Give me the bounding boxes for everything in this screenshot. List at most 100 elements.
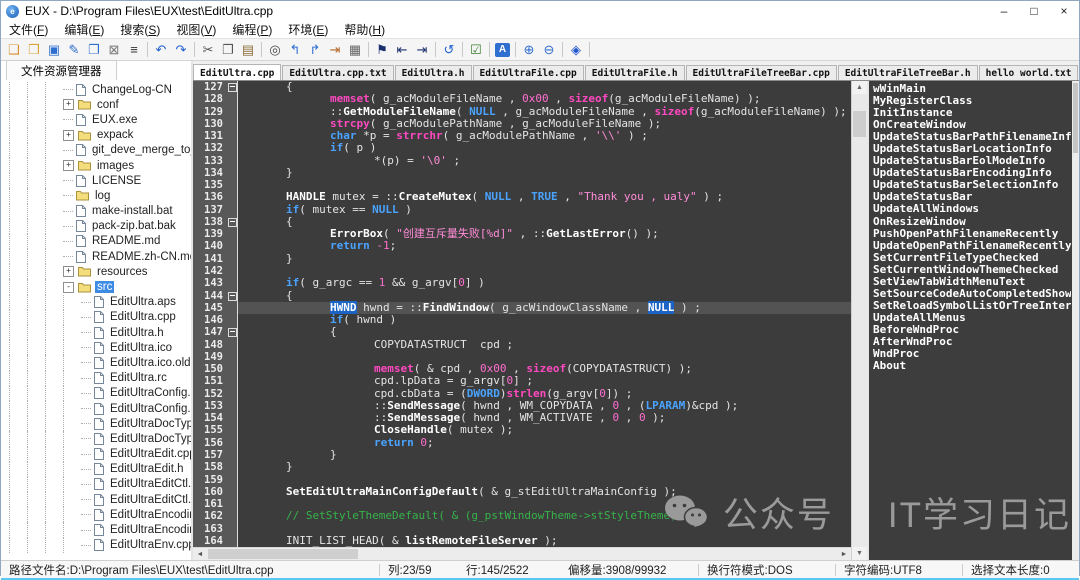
- fold-collapse-icon[interactable]: [228, 328, 237, 337]
- tree-item[interactable]: EUX.exe: [1, 112, 191, 127]
- horizontal-scroll-thumb[interactable]: [208, 549, 358, 559]
- tree-item[interactable]: EditUltraConfig.c: [1, 386, 191, 401]
- menu-item-0[interactable]: 文件(F): [1, 21, 56, 38]
- scroll-left-icon[interactable]: ◄: [193, 548, 207, 560]
- vertical-scrollbar[interactable]: ▲ ▼: [851, 81, 867, 560]
- tree-item[interactable]: git_deve_merge_to_: [1, 143, 191, 158]
- open-file-icon[interactable]: ❒: [24, 41, 44, 59]
- redo-icon[interactable]: ↷: [171, 41, 191, 59]
- menu-item-6[interactable]: 帮助(H): [336, 21, 393, 38]
- tree-item[interactable]: EditUltra.ico: [1, 340, 191, 355]
- horizontal-scrollbar[interactable]: ◄ ►: [193, 547, 851, 560]
- code-line[interactable]: 132if( p ): [193, 142, 851, 154]
- close-button[interactable]: ×: [1049, 1, 1079, 21]
- expand-icon[interactable]: +: [63, 266, 74, 277]
- fold-collapse-icon[interactable]: [228, 83, 237, 92]
- tree-item[interactable]: LICENSE: [1, 173, 191, 188]
- symbol-item[interactable]: PushOpenPathFilenameRecently: [873, 228, 1071, 240]
- tree-item[interactable]: EditUltraEncodin: [1, 507, 191, 522]
- bookmark-next-icon[interactable]: ⇥: [412, 41, 432, 59]
- find-icon[interactable]: ◎: [265, 41, 285, 59]
- code-line[interactable]: 164INIT_LIST_HEAD( & listRemoteFileServe…: [193, 535, 851, 547]
- expand-icon[interactable]: +: [63, 160, 74, 171]
- tree-item[interactable]: log: [1, 188, 191, 203]
- save-as-icon[interactable]: ✎: [64, 41, 84, 59]
- symbol-item[interactable]: OnCreateWindow: [873, 119, 1071, 131]
- undo-icon[interactable]: ↶: [151, 41, 171, 59]
- minimize-button[interactable]: –: [989, 1, 1019, 21]
- cut-icon[interactable]: ✂: [198, 41, 218, 59]
- bookmark-prev-icon[interactable]: ⇤: [392, 41, 412, 59]
- tab-EditUltraFileTreeBar-cpp[interactable]: EditUltraFileTreeBar.cpp: [686, 65, 837, 80]
- symbol-item[interactable]: BeforeWndProc: [873, 324, 1071, 336]
- tab-EditUltra-h[interactable]: EditUltra.h: [395, 65, 472, 80]
- symbol-item[interactable]: MyRegisterClass: [873, 95, 1071, 107]
- scroll-up-icon[interactable]: ▲: [852, 81, 867, 94]
- scroll-right-icon[interactable]: ►: [837, 548, 851, 560]
- zoom-out-icon[interactable]: ⊖: [539, 41, 559, 59]
- code-line[interactable]: 139ErrorBox( "创建互斥量失败[%d]" , ::GetLastEr…: [193, 228, 851, 240]
- symbol-item[interactable]: SetViewTabWidthMenuText: [873, 276, 1071, 288]
- tree-item[interactable]: EditUltraConfig.h: [1, 401, 191, 416]
- tree-item[interactable]: EditUltraDocTyp: [1, 431, 191, 446]
- symbol-item[interactable]: UpdateStatusBarSelectionInfo: [873, 179, 1071, 191]
- close-file-icon[interactable]: ⊠: [104, 41, 124, 59]
- find-prev-icon[interactable]: ↰: [285, 41, 305, 59]
- menu-item-3[interactable]: 视图(V): [168, 21, 224, 38]
- tree-item[interactable]: EditUltraEnv.cpp: [1, 538, 191, 553]
- tree-item[interactable]: -src: [1, 279, 191, 294]
- tree-item[interactable]: EditUltraDocTyp: [1, 416, 191, 431]
- symbol-scroll-thumb[interactable]: [1073, 83, 1078, 153]
- symbol-item[interactable]: OnResizeWindow: [873, 216, 1071, 228]
- tree-item[interactable]: EditUltra.rc: [1, 371, 191, 386]
- fold-collapse-icon[interactable]: [228, 292, 237, 301]
- code-line[interactable]: 156return 0;: [193, 437, 851, 449]
- symbol-item[interactable]: WndProc: [873, 348, 1071, 360]
- tab-EditUltra-cpp[interactable]: EditUltra.cpp: [193, 64, 281, 80]
- symbol-item[interactable]: UpdateStatusBarPathFilenameInfo: [873, 131, 1071, 143]
- code-area[interactable]: 127{128memset( g_acModuleFileName , 0x00…: [193, 81, 851, 547]
- bookmark-icon[interactable]: ⚑: [372, 41, 392, 59]
- code-line[interactable]: 154::SendMessage( hwnd , WM_ACTIVATE , 0…: [193, 412, 851, 424]
- save-icon[interactable]: ▣: [44, 41, 64, 59]
- tab-hello-world-txt[interactable]: hello world.txt: [979, 65, 1079, 80]
- symbol-item[interactable]: wWinMain: [873, 83, 1071, 95]
- symbol-item[interactable]: SetSourceCodeAutoCompletedShowA: [873, 288, 1071, 300]
- symbol-item[interactable]: SetCurrentWindowThemeChecked: [873, 264, 1071, 276]
- code-line[interactable]: 162// SetStyleThemeDefault( & (g_pstWind…: [193, 510, 851, 522]
- tab-EditUltraFileTreeBar-h[interactable]: EditUltraFileTreeBar.h: [838, 65, 978, 80]
- code-line[interactable]: 141}: [193, 253, 851, 265]
- symbol-panel-scrollbar[interactable]: [1072, 81, 1079, 560]
- code-line[interactable]: 131char *p = strrchr( g_acModulePathName…: [193, 130, 851, 142]
- tab-EditUltraFile-cpp[interactable]: EditUltraFile.cpp: [473, 65, 584, 80]
- zoom-in-icon[interactable]: ⊕: [519, 41, 539, 59]
- tree-item[interactable]: +expack: [1, 128, 191, 143]
- back-icon[interactable]: ↺: [439, 41, 459, 59]
- tree-item[interactable]: EditUltra.ico.old: [1, 355, 191, 370]
- tree-item[interactable]: pack-zip.bat.bak: [1, 219, 191, 234]
- goto-line-icon[interactable]: ⇥: [325, 41, 345, 59]
- symbol-item[interactable]: SetCurrentFileTypeChecked: [873, 252, 1071, 264]
- tree-item[interactable]: README.md: [1, 234, 191, 249]
- tree-item[interactable]: EditUltraEncodin: [1, 522, 191, 537]
- symbol-item[interactable]: AfterWndProc: [873, 336, 1071, 348]
- menu-item-5[interactable]: 环境(E): [280, 21, 336, 38]
- tab-EditUltra-cpp-txt[interactable]: EditUltra.cpp.txt: [282, 65, 393, 80]
- tree-item[interactable]: +conf: [1, 97, 191, 112]
- expand-icon[interactable]: +: [63, 130, 74, 141]
- code-line[interactable]: 134}: [193, 167, 851, 179]
- code-line[interactable]: 160SetEditUltraMainConfigDefault( & g_st…: [193, 486, 851, 498]
- symbol-item[interactable]: UpdateStatusBarEncodingInfo: [873, 167, 1071, 179]
- menu-item-2[interactable]: 搜索(S): [112, 21, 168, 38]
- menu-item-1[interactable]: 编辑(E): [56, 21, 112, 38]
- current-code-line[interactable]: 145HWND hwnd = ::FindWindow( g_acWindowC…: [193, 302, 851, 314]
- tree-item[interactable]: EditUltraEdit.h: [1, 462, 191, 477]
- syntax-color-icon[interactable]: A: [495, 43, 510, 57]
- tab-EditUltraFile-h[interactable]: EditUltraFile.h: [585, 65, 685, 80]
- tree-item[interactable]: +images: [1, 158, 191, 173]
- symbol-item[interactable]: UpdateAllWindows: [873, 203, 1071, 215]
- maximize-button[interactable]: □: [1019, 1, 1049, 21]
- about-icon[interactable]: ◈: [566, 41, 586, 59]
- tree-item[interactable]: EditUltraEditCtl.h: [1, 492, 191, 507]
- tree-item[interactable]: ChangeLog-CN: [1, 82, 191, 97]
